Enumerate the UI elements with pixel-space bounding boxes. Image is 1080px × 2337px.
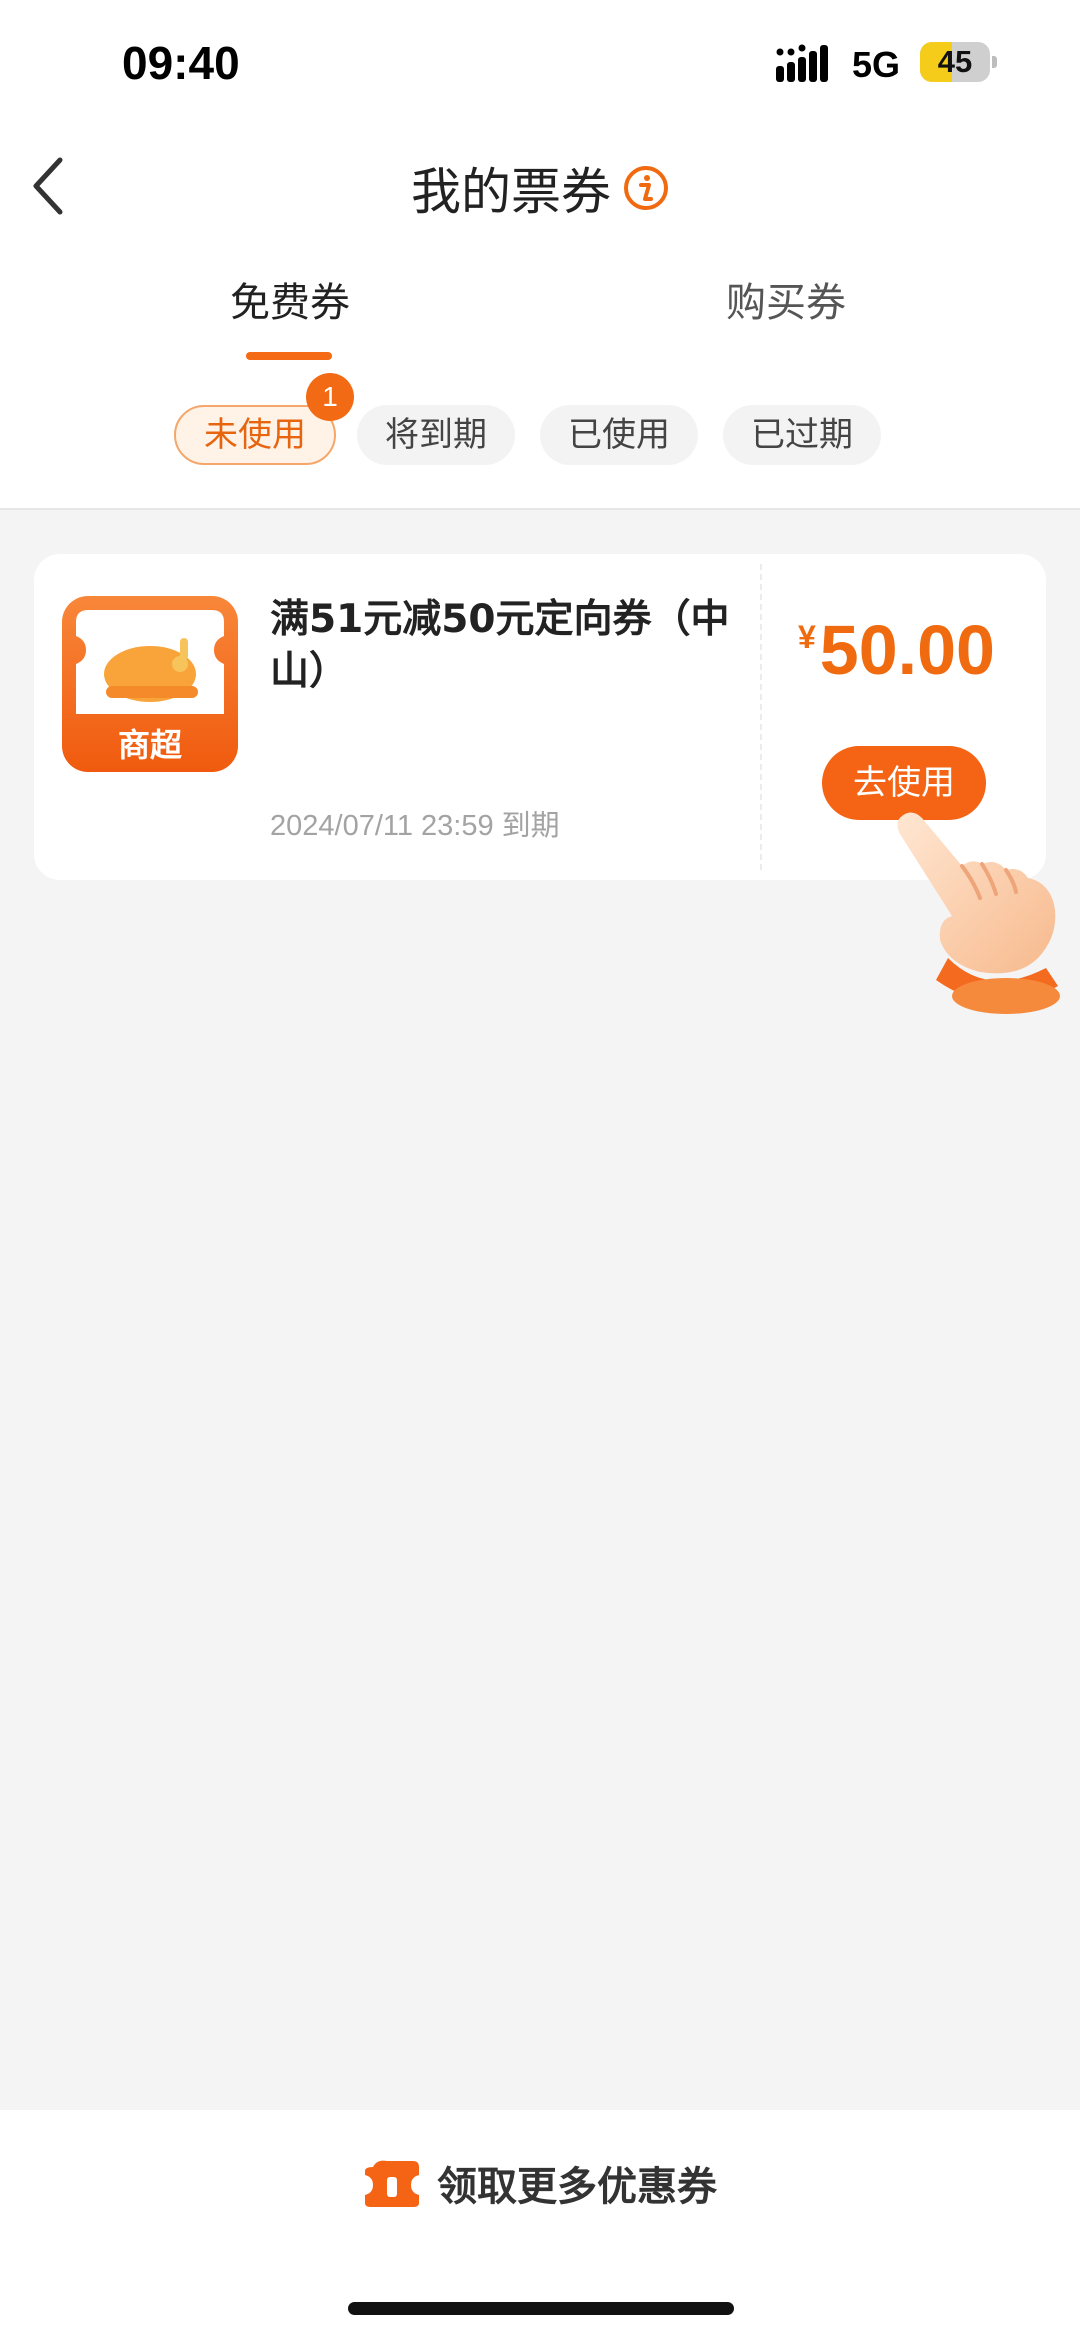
get-more-coupons-label: 领取更多优惠券 [437, 2164, 717, 2210]
network-label: 5G [852, 44, 901, 85]
coupon-title: 满51元减50元定向券（中山） [270, 597, 730, 694]
header: 我的票券 免费券 购买券 未使用 将到期 已使用 已过期 1 [0, 120, 1080, 510]
battery-indicator: 45 [920, 42, 990, 82]
coupon-type-tabs: 免费券 购买券 [0, 270, 1080, 370]
get-more-coupons-button[interactable]: 领取更多优惠券 [0, 2154, 1080, 2213]
pointing-hand-icon [897, 812, 1060, 1014]
amount-value: 50.00 [819, 611, 995, 689]
status-time: 09:40 [122, 37, 240, 89]
coupon-expiry: 2024/07/11 23:59 到期 [270, 810, 560, 842]
card-divider [760, 564, 762, 870]
battery-level: 45 [937, 44, 973, 79]
merchant-label: 商超 [118, 726, 183, 764]
tab-purchased-coupons[interactable]: 购买券 [726, 270, 846, 328]
filter-expiring[interactable]: 将到期 [357, 405, 515, 465]
info-icon[interactable] [623, 165, 669, 211]
signal-icon [776, 44, 828, 82]
filter-expired[interactable]: 已过期 [723, 405, 881, 465]
status-filter-chips: 未使用 将到期 已使用 已过期 1 [0, 373, 1080, 475]
currency-symbol: ¥ [798, 619, 816, 655]
page-title: 我的票券 [411, 163, 611, 221]
unused-count-badge: 1 [306, 373, 354, 421]
status-bar: 09:40 5G 45 [0, 0, 1080, 120]
supermarket-icon: 商超 [62, 596, 238, 772]
coupon-amount: ¥50.00 [798, 610, 995, 690]
battery-tip [992, 56, 997, 68]
page-title-row: 我的票券 [0, 152, 1080, 224]
filter-unused[interactable]: 未使用 [174, 405, 336, 465]
ticket-icon [365, 2160, 419, 2207]
tab-free-coupons[interactable]: 免费券 [230, 270, 350, 328]
home-indicator[interactable] [348, 2302, 734, 2315]
filter-used[interactable]: 已使用 [540, 405, 698, 465]
active-tab-indicator [246, 352, 332, 360]
my-coupons-page: 09:40 5G 45 我的票券 免费券 购买券 未使用 将到期 已使用 已过期… [0, 0, 1080, 2337]
